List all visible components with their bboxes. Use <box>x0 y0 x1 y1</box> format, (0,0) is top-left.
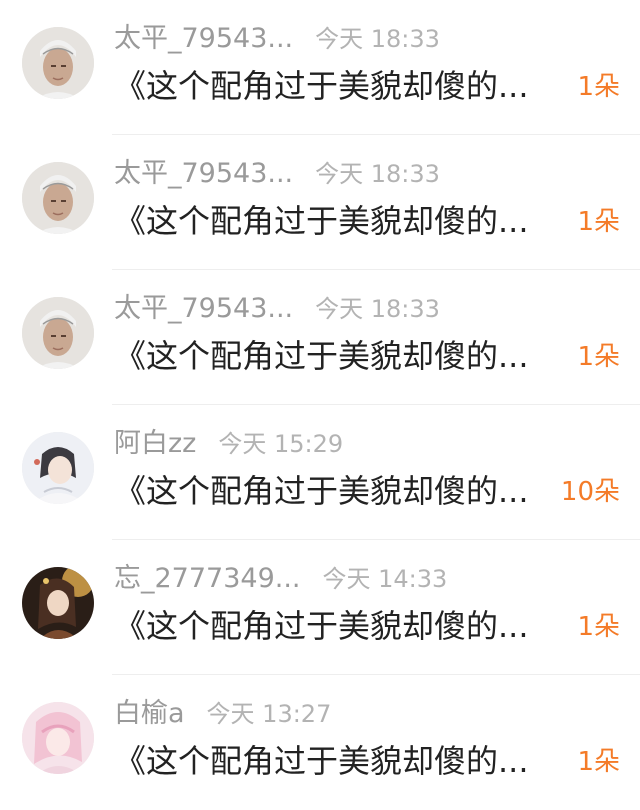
book-title[interactable]: 《这个配角过于美貌却傻的... <box>114 471 529 511</box>
timestamp: 今天 18:33 <box>315 295 440 323</box>
timestamp: 今天 18:33 <box>315 160 440 188</box>
list-item[interactable]: 白榆a 今天 13:27 《这个配角过于美貌却傻的... 1朵 <box>0 675 640 810</box>
item-meta: 太平_79543... 今天 18:33 <box>114 157 440 191</box>
timestamp: 今天 15:29 <box>218 430 344 458</box>
anime-avatar-dark-icon <box>22 567 94 639</box>
book-title[interactable]: 《这个配角过于美貌却傻的... <box>114 66 529 106</box>
book-title[interactable]: 《这个配角过于美貌却傻的... <box>114 606 529 646</box>
book-title[interactable]: 《这个配角过于美貌却傻的... <box>114 336 529 376</box>
avatar[interactable] <box>22 162 94 234</box>
item-meta: 太平_79543... 今天 18:33 <box>114 22 440 56</box>
flower-count: 1朵 <box>577 72 620 102</box>
username[interactable]: 太平_79543... <box>114 22 293 56</box>
list-item[interactable]: 太平_79543... 今天 18:33 《这个配角过于美貌却傻的... 1朵 <box>0 135 640 270</box>
avatar[interactable] <box>22 297 94 369</box>
photo-avatar-icon <box>22 162 94 234</box>
avatar[interactable] <box>22 432 94 504</box>
item-meta: 白榆a 今天 13:27 <box>114 697 331 731</box>
username[interactable]: 忘_2777349... <box>114 562 301 596</box>
flower-count: 1朵 <box>577 207 620 237</box>
anime-avatar-pink-icon <box>22 702 94 774</box>
timestamp: 今天 18:33 <box>315 25 440 53</box>
timestamp: 今天 13:27 <box>206 700 332 728</box>
list-item[interactable]: 阿白zz 今天 15:29 《这个配角过于美貌却傻的... 10朵 <box>0 405 640 540</box>
username[interactable]: 太平_79543... <box>114 157 293 191</box>
item-meta: 太平_79543... 今天 18:33 <box>114 292 440 326</box>
flower-count: 1朵 <box>577 612 620 642</box>
flower-count: 1朵 <box>577 342 620 372</box>
flower-count: 10朵 <box>560 477 620 507</box>
gift-record-list: 太平_79543... 今天 18:33 《这个配角过于美貌却傻的... 1朵 … <box>0 0 640 789</box>
flower-count: 1朵 <box>577 747 620 777</box>
avatar[interactable] <box>22 27 94 99</box>
item-meta: 阿白zz 今天 15:29 <box>114 427 343 461</box>
item-meta: 忘_2777349... 今天 14:33 <box>114 562 447 596</box>
username[interactable]: 太平_79543... <box>114 292 293 326</box>
list-item[interactable]: 忘_2777349... 今天 14:33 《这个配角过于美貌却傻的... 1朵 <box>0 540 640 675</box>
list-item[interactable]: 太平_79543... 今天 18:33 《这个配角过于美貌却傻的... 1朵 <box>0 270 640 405</box>
book-title[interactable]: 《这个配角过于美貌却傻的... <box>114 741 529 781</box>
avatar[interactable] <box>22 567 94 639</box>
list-item[interactable]: 太平_79543... 今天 18:33 《这个配角过于美貌却傻的... 1朵 <box>0 0 640 135</box>
username[interactable]: 阿白zz <box>114 427 196 461</box>
timestamp: 今天 14:33 <box>322 565 448 593</box>
avatar[interactable] <box>22 702 94 774</box>
photo-avatar-icon <box>22 27 94 99</box>
anime-avatar-white-icon <box>22 432 94 504</box>
username[interactable]: 白榆a <box>114 697 185 731</box>
photo-avatar-icon <box>22 297 94 369</box>
book-title[interactable]: 《这个配角过于美貌却傻的... <box>114 201 529 241</box>
